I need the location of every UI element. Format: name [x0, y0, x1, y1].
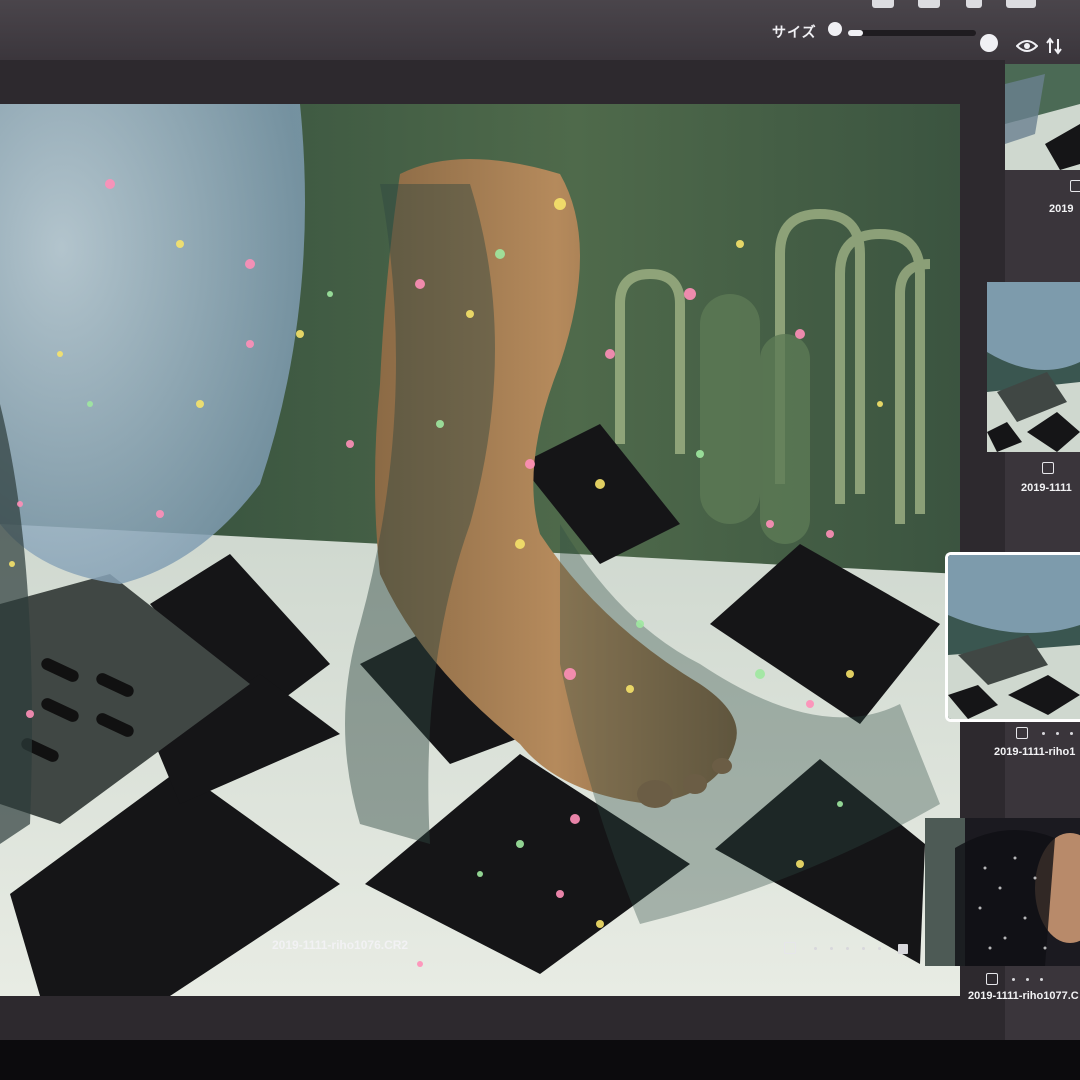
main-filename: 2019-1111-riho1076.CR2: [272, 938, 409, 952]
main-photo[interactable]: [0, 104, 960, 996]
rating-dot[interactable]: [862, 947, 865, 950]
toolbar-icon[interactable]: [872, 0, 894, 8]
sort-icon[interactable]: [1046, 37, 1062, 55]
screen-bezel: [0, 1040, 1080, 1080]
flag-checkbox[interactable]: [1042, 462, 1054, 474]
filmstrip-thumbnail-selected[interactable]: [945, 552, 1080, 722]
image-viewer: 2019-1111-riho1076.CR2: [0, 60, 1005, 1040]
rating-dot[interactable]: [1012, 978, 1015, 981]
thumbnail-rating[interactable]: [1070, 180, 1080, 194]
thumbnail-rating[interactable]: [1042, 462, 1080, 476]
filmstrip-thumbnail[interactable]: [925, 818, 1080, 966]
rating-dot[interactable]: [814, 947, 817, 950]
rating-dot[interactable]: [878, 947, 881, 950]
main-rating-bar[interactable]: [784, 942, 914, 956]
thumbnail-label: 2019-1111-riho1077.C: [968, 990, 1079, 1002]
rating-dot[interactable]: [1070, 732, 1073, 735]
flag-checkbox[interactable]: [784, 942, 796, 954]
thumbnail-rating[interactable]: [1016, 727, 1080, 741]
size-label: サイズ: [772, 24, 817, 40]
rating-dot[interactable]: [1042, 732, 1045, 735]
eye-icon[interactable]: [1016, 39, 1038, 53]
size-slider-fill: [848, 30, 864, 36]
zoom-in-icon[interactable]: [980, 34, 998, 52]
toolbar-icon[interactable]: [1006, 0, 1036, 8]
thumbnail-rating[interactable]: [986, 973, 1066, 987]
flag-checkbox[interactable]: [1070, 180, 1080, 192]
rating-dot[interactable]: [1056, 732, 1059, 735]
filmstrip-thumbnail[interactable]: [1005, 64, 1080, 170]
thumbnail-label: 2019-1111-riho1: [994, 746, 1076, 758]
color-label-icon[interactable]: [898, 944, 908, 954]
rating-dot[interactable]: [830, 947, 833, 950]
rating-dot[interactable]: [846, 947, 849, 950]
thumbnail-label: 2019: [1049, 203, 1074, 215]
filmstrip: 2019 2019-1111 2019-1111-riho1 2019-1111…: [925, 60, 1080, 1040]
rating-dot[interactable]: [1026, 978, 1029, 981]
toolbar-icon[interactable]: [918, 0, 940, 8]
flag-checkbox[interactable]: [986, 973, 998, 985]
zoom-out-icon[interactable]: [828, 22, 842, 36]
thumbnail-label: 2019-1111: [1021, 482, 1072, 494]
filmstrip-thumbnail[interactable]: [987, 282, 1080, 452]
rating-dot[interactable]: [1040, 978, 1043, 981]
flag-checkbox[interactable]: [1016, 727, 1028, 739]
toolbar-icon[interactable]: [966, 0, 982, 8]
thumbnail-size-slider[interactable]: [848, 30, 976, 36]
